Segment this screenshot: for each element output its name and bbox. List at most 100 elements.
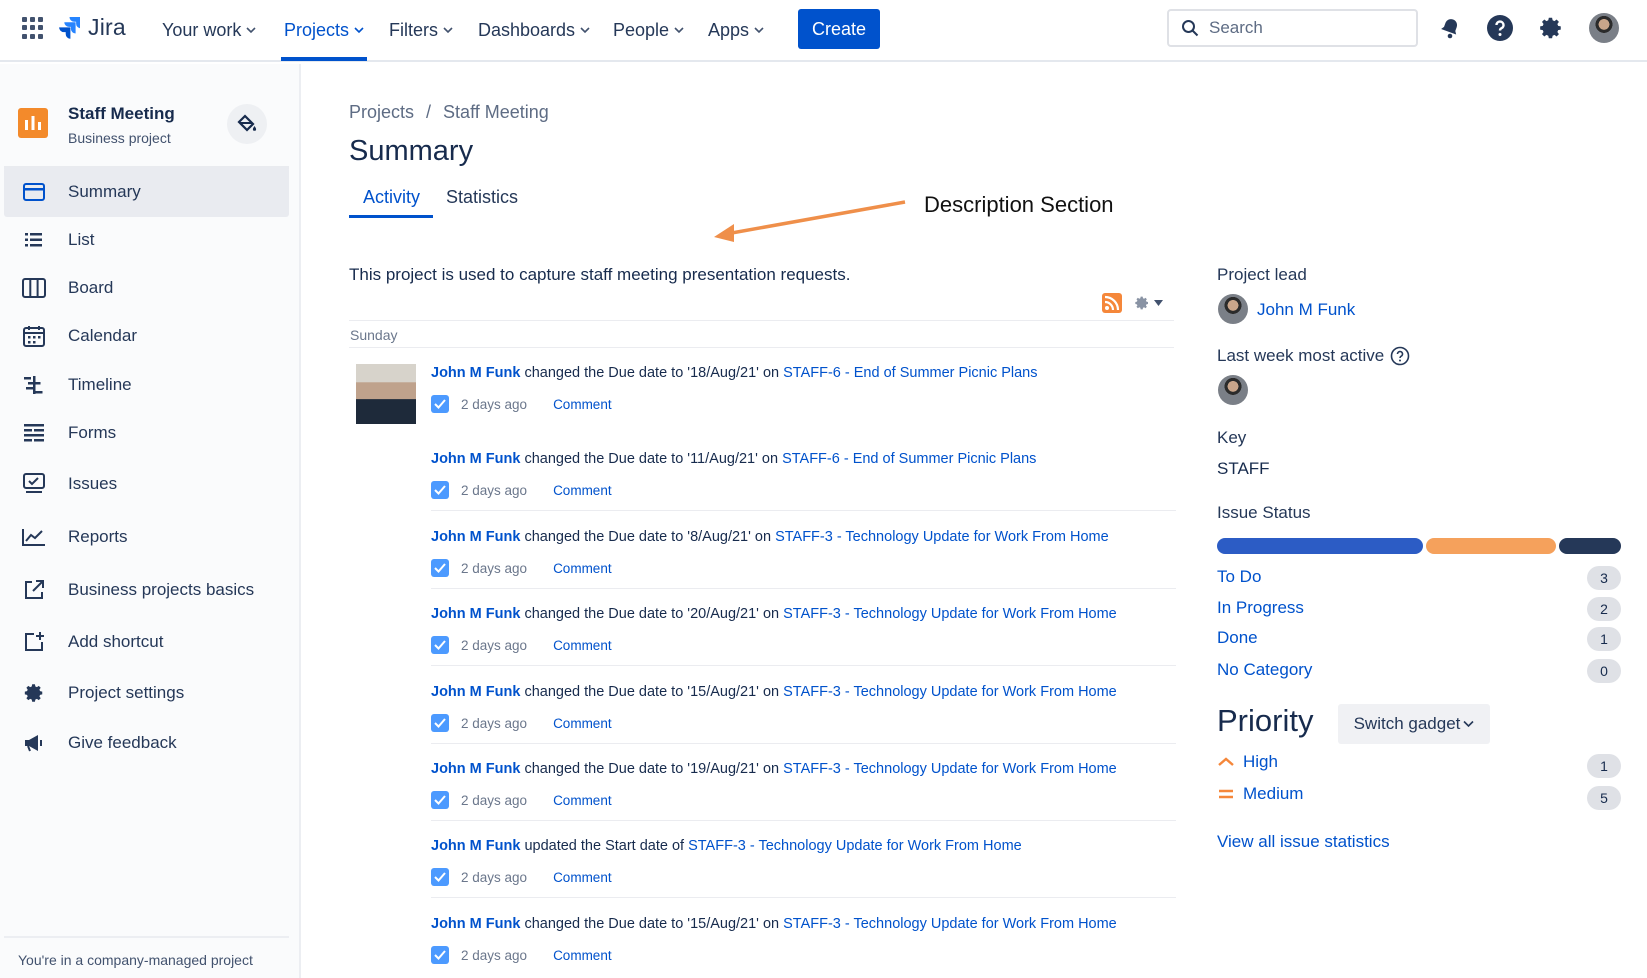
sidebar-item-reports[interactable]: Reports (4, 512, 289, 562)
most-active-label: Last week most active (1217, 346, 1385, 365)
status-done[interactable]: Done (1217, 628, 1258, 648)
entry-issue-link[interactable]: STAFF-3 - Technology Update for Work Fro… (688, 838, 1022, 854)
sidebar-item-timeline[interactable]: Timeline (4, 360, 289, 410)
nav-label: Dashboards (478, 19, 576, 40)
entry-user[interactable]: John M Funk (431, 684, 520, 700)
nav-your-work[interactable]: Your work (162, 16, 256, 44)
settings-gear-icon[interactable] (1537, 14, 1565, 42)
nav-apps[interactable]: Apps (708, 16, 764, 44)
entry-issue-link[interactable]: STAFF-6 - End of Summer Picnic Plans (782, 451, 1036, 467)
entry-time[interactable]: 2 days ago (461, 793, 527, 808)
sidebar-item-label: Issues (68, 474, 118, 493)
status-no-category[interactable]: No Category (1217, 660, 1312, 680)
sidebar-item-summary[interactable]: Summary (4, 167, 289, 217)
company-managed-notice[interactable]: You're in a company-managed project (4, 936, 289, 968)
project-theme-button[interactable] (227, 104, 267, 144)
entry-issue-link[interactable]: STAFF-3 - Technology Update for Work Fro… (783, 684, 1117, 700)
sidebar-item-label: Forms (68, 423, 117, 442)
add-shortcut-icon (20, 628, 48, 656)
tab-activity[interactable]: Activity (363, 187, 420, 208)
top-navigation: Jira Your work Projects Filters Dashboar… (0, 0, 1647, 62)
help-circle-icon[interactable] (1390, 346, 1410, 366)
entry-issue-link[interactable]: STAFF-3 - Technology Update for Work Fro… (783, 606, 1117, 622)
help-icon[interactable] (1486, 14, 1514, 42)
chevron-down-icon (354, 27, 364, 34)
view-all-statistics-link[interactable]: View all issue statistics (1217, 832, 1390, 852)
user-avatar[interactable] (1589, 13, 1619, 43)
entry-user[interactable]: John M Funk (431, 916, 520, 932)
breadcrumb-current[interactable]: Staff Meeting (443, 102, 549, 123)
sidebar-item-list[interactable]: List (4, 215, 289, 265)
reports-icon (20, 523, 48, 551)
entry-user[interactable]: John M Funk (431, 761, 520, 777)
entry-comment-link[interactable]: Comment (553, 397, 612, 412)
entry-issue-link[interactable]: STAFF-3 - Technology Update for Work Fro… (783, 761, 1117, 777)
nav-filters[interactable]: Filters (389, 16, 453, 44)
entry-comment-link[interactable]: Comment (553, 638, 612, 653)
switch-gadget-button[interactable]: Switch gadget (1338, 704, 1490, 744)
entry-time[interactable]: 2 days ago (461, 716, 527, 731)
nav-projects[interactable]: Projects (284, 16, 364, 44)
sidebar-item-give-feedback[interactable]: Give feedback (4, 718, 289, 768)
lead-avatar[interactable] (1218, 294, 1248, 324)
entry-user[interactable]: John M Funk (431, 451, 520, 467)
project-name[interactable]: Staff Meeting (68, 104, 175, 124)
entry-time[interactable]: 2 days ago (461, 483, 527, 498)
entry-time[interactable]: 2 days ago (461, 638, 527, 653)
entry-issue-link[interactable]: STAFF-3 - Technology Update for Work Fro… (783, 916, 1117, 932)
entry-comment-link[interactable]: Comment (553, 716, 612, 731)
nav-label: Projects (284, 19, 350, 40)
sidebar-item-business-projects-basics[interactable]: Business projects basics (4, 565, 289, 615)
jira-logo[interactable]: Jira (58, 12, 126, 42)
issue-status-bar[interactable] (1217, 538, 1621, 554)
entry-issue-link[interactable]: STAFF-6 - End of Summer Picnic Plans (783, 365, 1037, 381)
tab-statistics[interactable]: Statistics (446, 187, 518, 208)
list-icon (20, 226, 48, 254)
entry-comment-link[interactable]: Comment (553, 561, 612, 576)
entry-comment-link[interactable]: Comment (553, 793, 612, 808)
entry-user[interactable]: John M Funk (431, 838, 520, 854)
breadcrumb-projects[interactable]: Projects (349, 102, 414, 123)
rss-feed-icon[interactable] (1102, 293, 1122, 313)
entry-time[interactable]: 2 days ago (461, 561, 527, 576)
entry-comment-link[interactable]: Comment (553, 870, 612, 885)
feed-settings-icon[interactable] (1134, 295, 1163, 311)
entry-time[interactable]: 2 days ago (461, 948, 527, 963)
sidebar-item-forms[interactable]: Forms (4, 408, 289, 458)
entry-action: updated the Start date of (524, 838, 685, 854)
project-lead-name[interactable]: John M Funk (1257, 300, 1355, 320)
active-tab-indicator (349, 215, 433, 218)
sidebar-item-project-settings[interactable]: Project settings (4, 668, 289, 718)
status-in-progress[interactable]: In Progress (1217, 598, 1304, 618)
priority-medium-row[interactable]: Medium (1217, 784, 1303, 804)
nav-dashboards[interactable]: Dashboards (478, 16, 590, 44)
entry-user[interactable]: John M Funk (431, 365, 520, 381)
entry-action: changed the Due date to '18/Aug/21' on (524, 365, 780, 381)
entry-time[interactable]: 2 days ago (461, 870, 527, 885)
page-title: Summary (349, 135, 474, 167)
entry-user[interactable]: John M Funk (431, 606, 520, 622)
entry-issue-link[interactable]: STAFF-3 - Technology Update for Work Fro… (775, 529, 1109, 545)
status-to-do[interactable]: To Do (1217, 567, 1261, 587)
megaphone-icon (20, 729, 48, 757)
entry-user[interactable]: John M Funk (431, 529, 520, 545)
sidebar-item-calendar[interactable]: Calendar (4, 311, 289, 361)
issues-icon (20, 470, 48, 498)
sidebar-item-board[interactable]: Board (4, 263, 289, 313)
entry-comment-link[interactable]: Comment (553, 948, 612, 963)
entry-time[interactable]: 2 days ago (461, 397, 527, 412)
sidebar-item-add-shortcut[interactable]: Add shortcut (4, 617, 289, 667)
most-active-avatar[interactable] (1218, 375, 1248, 405)
priority-high-row[interactable]: High (1217, 752, 1278, 772)
activity-entry: John M Funk updated the Start date of ST… (431, 838, 1176, 886)
jira-logo-text: Jira (88, 13, 126, 40)
nav-people[interactable]: People (613, 16, 684, 44)
status-count-badge: 2 (1587, 597, 1621, 621)
sidebar-item-issues[interactable]: Issues (4, 459, 289, 509)
entry-action: changed the Due date to '15/Aug/21' on (524, 916, 780, 932)
entry-comment-link[interactable]: Comment (553, 483, 612, 498)
search-input[interactable]: Search (1167, 9, 1418, 47)
notifications-icon[interactable] (1436, 14, 1464, 42)
create-button[interactable]: Create (798, 9, 880, 49)
app-switcher-icon[interactable] (22, 17, 44, 39)
